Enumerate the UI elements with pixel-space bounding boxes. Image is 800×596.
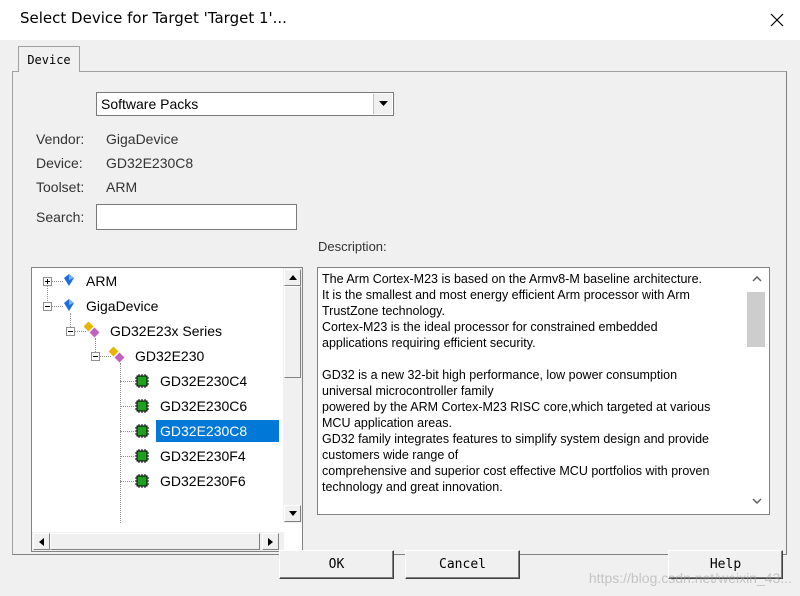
tab-device[interactable]: Device	[18, 46, 80, 72]
arrow-up-icon	[288, 275, 297, 280]
description-box[interactable]: The Arm Cortex-M23 is based on the Armv8…	[317, 267, 770, 515]
source-select-value: Software Packs	[101, 96, 199, 112]
collapse-icon[interactable]	[43, 302, 52, 311]
source-select-dropdown-button[interactable]	[373, 94, 392, 114]
tree-connector	[120, 431, 134, 432]
ok-button-label: OK	[328, 557, 345, 572]
tree-connector	[120, 456, 134, 457]
tree-connector	[120, 381, 134, 382]
tree-item-label: GD32E230C6	[160, 398, 248, 414]
arrow-down-icon	[288, 511, 297, 516]
scroll-thumb[interactable]	[50, 533, 260, 550]
scroll-thumb[interactable]	[284, 286, 301, 378]
description-scrollbar[interactable]	[745, 268, 769, 514]
scroll-down-button[interactable]	[284, 505, 301, 522]
window-title: Select Device for Target 'Target 1'...	[20, 9, 287, 27]
ok-button[interactable]: OK	[279, 550, 394, 579]
tree-item-label-selected: GD32E230C8	[156, 420, 279, 442]
chip-icon	[135, 399, 149, 413]
chip-icon	[135, 474, 149, 488]
cancel-button-label: Cancel	[439, 557, 486, 572]
toolset-label: Toolset:	[36, 179, 85, 195]
tree-content: ARM GigaDevice GD32E23x Series GD32E230 …	[32, 268, 284, 523]
chevron-down-icon	[378, 101, 388, 106]
search-input[interactable]	[96, 204, 297, 230]
vendor-label: Vendor:	[36, 131, 85, 147]
dialog-client-area: Device Software Packs Vendor: GigaDevice…	[0, 40, 800, 596]
tree-item-label: GD32E230C4	[160, 373, 248, 389]
source-select[interactable]: Software Packs	[96, 92, 394, 116]
vendor-icon	[64, 299, 74, 311]
description-scroll-thumb[interactable]	[747, 292, 765, 347]
device-tree[interactable]: ARM GigaDevice GD32E23x Series GD32E230 …	[31, 267, 303, 552]
family-icon	[84, 322, 100, 338]
toolset-value: ARM	[106, 179, 138, 195]
close-button[interactable]	[754, 0, 800, 40]
device-label: Device:	[36, 155, 83, 171]
chevron-up-icon[interactable]	[752, 276, 762, 282]
arrow-left-icon	[39, 537, 44, 546]
collapse-icon[interactable]	[91, 352, 100, 361]
scroll-left-button[interactable]	[33, 533, 50, 550]
vendor-icon	[64, 274, 74, 286]
scroll-up-button[interactable]	[284, 269, 301, 286]
scroll-right-button[interactable]	[262, 533, 279, 550]
collapse-icon[interactable]	[66, 327, 75, 336]
vendor-value: GigaDevice	[106, 131, 179, 147]
tree-item-label: GD32E230F6	[160, 473, 246, 489]
expand-icon[interactable]	[43, 277, 52, 286]
watermark: https://blog.csdn.net/weixin_43...	[588, 570, 792, 586]
description-label: Description:	[318, 239, 387, 254]
tree-connector	[120, 481, 134, 482]
family-icon	[109, 347, 125, 363]
tree-vertical-scrollbar[interactable]	[283, 268, 302, 523]
tree-item-label: ARM	[86, 273, 118, 289]
tree-horizontal-scrollbar[interactable]	[32, 532, 284, 551]
title-bar: Select Device for Target 'Target 1'...	[0, 0, 800, 40]
chip-icon	[135, 449, 149, 463]
tree-item-label: GigaDevice	[86, 298, 159, 314]
tab-device-label: Device	[27, 52, 71, 67]
tree-item-label: GD32E230	[135, 348, 205, 364]
device-value: GD32E230C8	[106, 155, 194, 171]
chip-icon	[135, 374, 149, 388]
tree-connector	[120, 406, 134, 407]
chip-icon	[135, 424, 149, 438]
description-text: The Arm Cortex-M23 is based on the Armv8…	[322, 272, 711, 494]
search-label: Search:	[36, 209, 85, 225]
arrow-right-icon	[268, 537, 273, 546]
tree-item-label: GD32E230F4	[160, 448, 246, 464]
cancel-button[interactable]: Cancel	[405, 550, 520, 579]
tree-item-label: GD32E23x Series	[110, 323, 223, 339]
tree-connector	[120, 363, 121, 523]
close-icon	[770, 13, 784, 27]
chevron-down-icon[interactable]	[752, 498, 762, 504]
